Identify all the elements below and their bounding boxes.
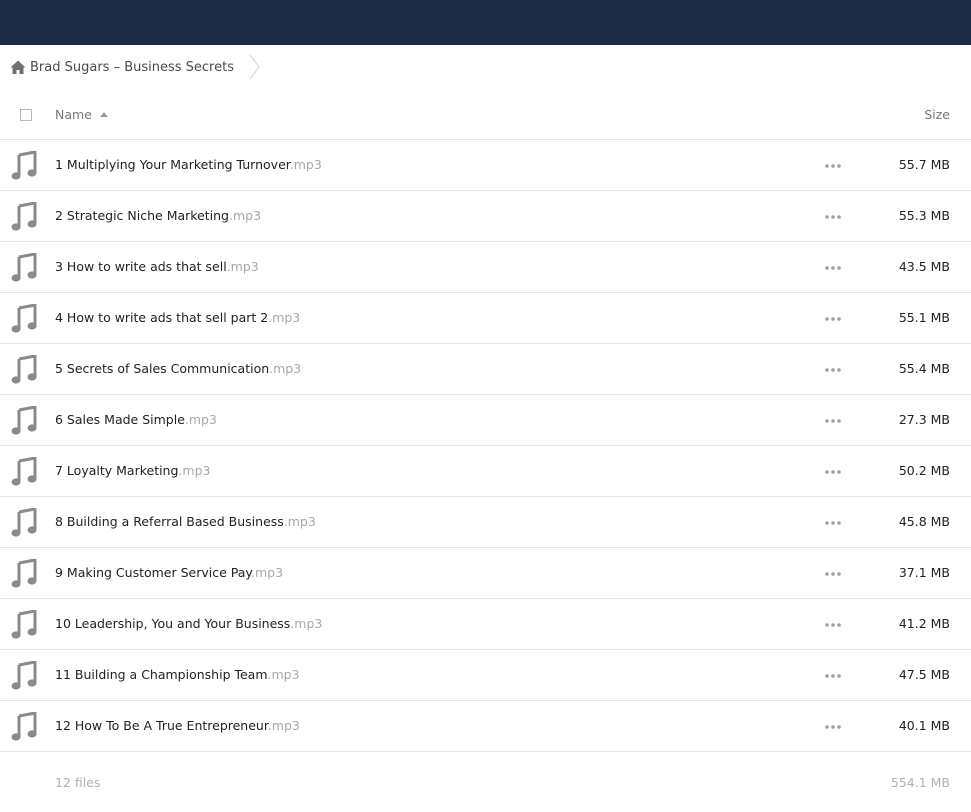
file-size: 55.3 MB	[898, 208, 950, 223]
file-extension: .mp3	[267, 718, 300, 733]
file-name[interactable]: 9 Making Customer Service Pay.mp3	[55, 565, 283, 580]
file-extension: .mp3	[229, 208, 262, 223]
home-icon[interactable]	[10, 59, 26, 75]
music-note-icon	[11, 355, 37, 384]
file-size: 55.1 MB	[898, 310, 950, 325]
file-row[interactable]: 10 Leadership, You and Your Business.mp3…	[0, 599, 971, 650]
music-note-icon	[11, 253, 37, 282]
music-note-icon	[11, 508, 37, 537]
file-size: 40.1 MB	[898, 718, 950, 733]
music-note-icon	[11, 202, 37, 231]
file-name[interactable]: 1 Multiplying Your Marketing Turnover.mp…	[55, 157, 322, 172]
file-extension: .mp3	[184, 412, 217, 427]
file-extension: .mp3	[267, 667, 300, 682]
file-name[interactable]: 11 Building a Championship Team.mp3	[55, 667, 300, 682]
top-bar	[0, 0, 971, 45]
file-name-base: 7 Loyalty Marketing	[55, 463, 179, 478]
music-note-icon	[11, 457, 37, 486]
file-size: 27.3 MB	[898, 412, 950, 427]
file-list: 1 Multiplying Your Marketing Turnover.mp…	[0, 140, 971, 752]
music-note-icon	[11, 661, 37, 690]
file-size: 45.8 MB	[898, 514, 950, 529]
file-name-base: 10 Leadership, You and Your Business	[55, 616, 291, 631]
file-name-base: 8 Building a Referral Based Business	[55, 514, 284, 529]
music-note-icon	[11, 610, 37, 639]
file-name[interactable]: 10 Leadership, You and Your Business.mp3	[55, 616, 322, 631]
breadcrumb: Brad Sugars – Business Secrets	[10, 53, 262, 81]
file-size: 43.5 MB	[898, 259, 950, 274]
file-row[interactable]: 9 Making Customer Service Pay.mp3 37.1 M…	[0, 548, 971, 599]
file-extension: .mp3	[283, 514, 316, 529]
more-options-icon[interactable]	[825, 317, 841, 321]
music-note-icon	[11, 406, 37, 435]
file-name-base: 12 How To Be A True Entrepreneur	[55, 718, 268, 733]
size-column-header[interactable]: Size	[924, 107, 950, 122]
file-row[interactable]: 12 How To Be A True Entrepreneur.mp3 40.…	[0, 701, 971, 752]
file-size: 50.2 MB	[898, 463, 950, 478]
file-row[interactable]: 1 Multiplying Your Marketing Turnover.mp…	[0, 140, 971, 191]
more-options-icon[interactable]	[825, 470, 841, 474]
file-extension: .mp3	[289, 157, 322, 172]
file-size: 37.1 MB	[898, 565, 950, 580]
total-size: 554.1 MB	[890, 775, 950, 790]
file-name-base: 5 Secrets of Sales Communication	[55, 361, 270, 376]
file-list-footer: 12 files 554.1 MB	[0, 760, 971, 800]
more-options-icon[interactable]	[825, 521, 841, 525]
file-row[interactable]: 6 Sales Made Simple.mp3 27.3 MB	[0, 395, 971, 446]
file-row[interactable]: 3 How to write ads that sell.mp3 43.5 MB	[0, 242, 971, 293]
file-row[interactable]: 2 Strategic Niche Marketing.mp3 55.3 MB	[0, 191, 971, 242]
file-name-base: 9 Making Customer Service Pay	[55, 565, 252, 580]
file-name[interactable]: 3 How to write ads that sell.mp3	[55, 259, 259, 274]
more-options-icon[interactable]	[825, 572, 841, 576]
more-options-icon[interactable]	[825, 623, 841, 627]
name-column-label: Name	[55, 107, 92, 122]
more-options-icon[interactable]	[825, 419, 841, 423]
file-name-base: 6 Sales Made Simple	[55, 412, 185, 427]
music-note-icon	[11, 559, 37, 588]
file-extension: .mp3	[226, 259, 259, 274]
more-options-icon[interactable]	[825, 266, 841, 270]
file-extension: .mp3	[269, 361, 302, 376]
file-row[interactable]: 8 Building a Referral Based Business.mp3…	[0, 497, 971, 548]
file-row[interactable]: 11 Building a Championship Team.mp3 47.5…	[0, 650, 971, 701]
file-count: 12 files	[55, 775, 101, 790]
music-note-icon	[11, 304, 37, 333]
more-options-icon[interactable]	[825, 368, 841, 372]
file-extension: .mp3	[251, 565, 284, 580]
breadcrumb-separator-icon	[249, 54, 260, 80]
file-size: 41.2 MB	[898, 616, 950, 631]
sort-ascending-icon	[99, 112, 108, 117]
select-all-checkbox[interactable]	[20, 109, 32, 121]
file-size: 55.7 MB	[898, 157, 950, 172]
music-note-icon	[11, 712, 37, 741]
file-size: 47.5 MB	[898, 667, 950, 682]
file-name[interactable]: 5 Secrets of Sales Communication.mp3	[55, 361, 301, 376]
more-options-icon[interactable]	[825, 215, 841, 219]
file-name[interactable]: 2 Strategic Niche Marketing.mp3	[55, 208, 261, 223]
file-extension: .mp3	[178, 463, 211, 478]
file-name-base: 2 Strategic Niche Marketing	[55, 208, 229, 223]
file-name[interactable]: 8 Building a Referral Based Business.mp3	[55, 514, 316, 529]
file-extension: .mp3	[268, 310, 301, 325]
file-name[interactable]: 6 Sales Made Simple.mp3	[55, 412, 217, 427]
file-name[interactable]: 12 How To Be A True Entrepreneur.mp3	[55, 718, 300, 733]
file-extension: .mp3	[290, 616, 323, 631]
file-size: 55.4 MB	[898, 361, 950, 376]
name-column-header[interactable]: Name	[55, 107, 108, 122]
file-list-header: Name Size	[0, 96, 971, 140]
breadcrumb-folder-name[interactable]: Brad Sugars – Business Secrets	[30, 60, 234, 75]
file-row[interactable]: 7 Loyalty Marketing.mp3 50.2 MB	[0, 446, 971, 497]
file-name[interactable]: 4 How to write ads that sell part 2.mp3	[55, 310, 300, 325]
file-row[interactable]: 4 How to write ads that sell part 2.mp3 …	[0, 293, 971, 344]
file-name-base: 11 Building a Championship Team	[55, 667, 268, 682]
file-row[interactable]: 5 Secrets of Sales Communication.mp3 55.…	[0, 344, 971, 395]
file-name-base: 3 How to write ads that sell	[55, 259, 227, 274]
music-note-icon	[11, 151, 37, 180]
more-options-icon[interactable]	[825, 164, 841, 168]
more-options-icon[interactable]	[825, 674, 841, 678]
file-name-base: 4 How to write ads that sell part 2	[55, 310, 269, 325]
file-name[interactable]: 7 Loyalty Marketing.mp3	[55, 463, 210, 478]
more-options-icon[interactable]	[825, 725, 841, 729]
file-name-base: 1 Multiplying Your Marketing Turnover	[55, 157, 290, 172]
